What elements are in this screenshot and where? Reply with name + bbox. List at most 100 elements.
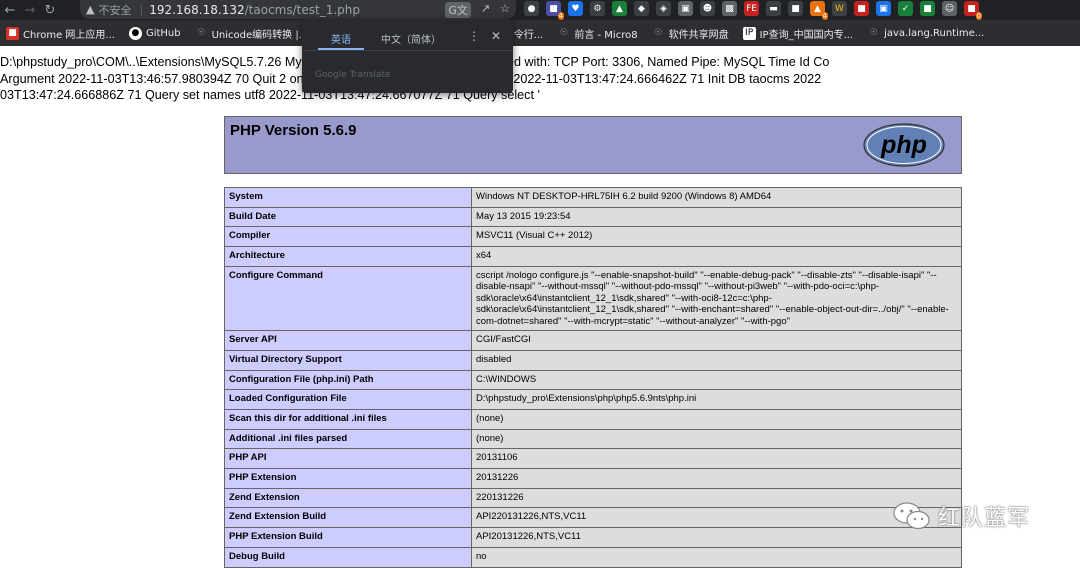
row-key: Configuration File (php.ini) Path <box>224 369 472 391</box>
extension-icon[interactable]: ▲ 4 <box>810 1 828 20</box>
tab-chinese[interactable]: 中文（简体） <box>381 31 441 46</box>
row-value: Windows NT DESKTOP-HRL75IH 6.2 build 920… <box>471 187 962 208</box>
row-value: (none) <box>471 428 962 450</box>
extension-icon[interactable]: ▣ <box>678 1 693 16</box>
bookmark-item[interactable]: ☉ 软件共享网盘 <box>652 26 729 41</box>
row-key: Configure Command <box>224 265 472 332</box>
row-key: Additional .ini files parsed <box>224 428 472 450</box>
row-value: API220131226,NTS,VC11 <box>471 507 962 529</box>
table-row: Zend Extension 220131226 <box>224 487 962 509</box>
bookmark-item[interactable]: ■ Chrome 网上应用... <box>6 26 115 41</box>
forward-arrow-icon[interactable]: → <box>20 0 40 20</box>
warning-icon[interactable]: ▲ <box>86 3 94 16</box>
table-row: Architecture x64 <box>224 246 962 267</box>
table-row: Configure Command cscript /nologo configu… <box>224 265 962 332</box>
bookmark-item[interactable]: ● GitHub <box>128 26 181 40</box>
translate-icon[interactable]: G文 <box>445 2 471 18</box>
extension-icon[interactable]: ■ 0 <box>964 1 982 20</box>
mysql-log-output: D:\phpstudy_pro\COM\..\Extensions\MySQL5… <box>0 54 1080 104</box>
extension-icon[interactable]: ☺ <box>942 1 957 16</box>
extension-icon[interactable]: FE <box>744 1 759 16</box>
row-value: no <box>471 546 962 568</box>
table-row: Virtual Directory Support disabled <box>224 349 962 371</box>
row-key: Zend Extension <box>224 487 472 509</box>
extension-icon[interactable]: ◈ <box>656 1 671 16</box>
table-row: Debug Build no <box>224 546 962 568</box>
globe-icon: ☉ <box>869 28 878 38</box>
row-key: Virtual Directory Support <box>224 349 472 371</box>
row-value: 20131226 <box>471 468 962 489</box>
chrome-store-icon: ■ <box>6 26 19 40</box>
extension-icon[interactable]: ■ 4 <box>546 1 564 20</box>
reload-icon[interactable]: ↻ <box>40 0 60 20</box>
wechat-icon <box>893 502 930 530</box>
table-row: Configuration File (php.ini) Path C:\WIND… <box>224 369 962 391</box>
extension-icon[interactable]: ▬ <box>766 1 781 16</box>
row-value: API20131226,NTS,VC11 <box>471 527 962 548</box>
log-line: Argument 2022-11-03T13:46:57.980394Z 70 … <box>0 71 822 86</box>
omnibox-actions: G文 ↗ ☆ <box>445 2 510 18</box>
row-key: Scan this dir for additional .ini files <box>224 409 472 430</box>
browser-toolbar: ← → ↻ ▲ 不安全 | 192.168.18.132 /taocms/tes… <box>0 0 1080 20</box>
url-path[interactable]: /taocms/test_1.php <box>245 3 360 17</box>
more-options-icon[interactable]: ⋮ <box>468 29 480 43</box>
globe-icon: ☉ <box>654 28 663 38</box>
bookmarks-bar: ■ Chrome 网上应用... ● GitHub ☉ Unicode编码转换 |..… <box>0 20 1080 46</box>
row-value: x64 <box>471 246 962 267</box>
table-row: PHP Extension 20131226 <box>224 468 962 489</box>
watermark-text: 红队蓝军 <box>938 506 1031 531</box>
extension-icon[interactable]: ● <box>524 1 539 16</box>
security-label[interactable]: 不安全 <box>98 2 131 18</box>
php-version-header: PHP Version 5.6.9 php <box>224 116 962 174</box>
extension-icon[interactable]: ◆ <box>634 1 649 16</box>
table-row: Additional .ini files parsed (none) <box>224 428 962 450</box>
table-row: Loaded Configuration File D:\phpstudy_pro… <box>224 389 962 410</box>
row-key: Loaded Configuration File <box>224 389 472 410</box>
row-value: D:\phpstudy_pro\Extensions\php\php5.6.9n… <box>471 389 962 410</box>
extension-icon[interactable]: ⚙ <box>590 1 605 16</box>
close-icon[interactable]: ✕ <box>491 29 501 43</box>
row-value: (none) <box>471 409 962 430</box>
extension-icon[interactable]: ■ <box>788 1 803 16</box>
row-key: Build Date <box>224 206 472 228</box>
extension-icon[interactable]: ■ <box>854 1 869 16</box>
address-bar[interactable]: ▲ 不安全 | 192.168.18.132 /taocms/test_1.ph… <box>80 0 516 19</box>
table-row: Scan this dir for additional .ini files(… <box>224 409 962 430</box>
page-title: PHP Version 5.6.9 <box>230 122 357 139</box>
row-key: Architecture <box>224 246 472 267</box>
extension-icon[interactable]: ▲ <box>612 1 627 16</box>
bookmark-item[interactable]: IP IP查询_中国国内专... <box>742 26 853 41</box>
php-logo-icon: php <box>863 123 945 167</box>
row-value: May 13 2015 19:23:54 <box>471 206 962 228</box>
bookmark-item[interactable]: ☉ Unicode编码转换 |... <box>195 26 308 41</box>
extension-icon[interactable]: W <box>832 1 847 16</box>
bookmark-star-icon[interactable]: ☆ <box>500 2 510 18</box>
row-value: 220131226 <box>471 487 962 509</box>
extension-icon[interactable]: ▩ <box>722 1 737 16</box>
row-key: Compiler <box>224 226 472 248</box>
table-row: Zend Extension Build API220131226,NTS,VC1… <box>224 507 962 529</box>
extension-icon[interactable]: ♥ <box>568 1 583 16</box>
row-value: C:\WINDOWS <box>471 369 962 391</box>
share-icon[interactable]: ↗ <box>481 2 490 18</box>
row-value: cscript /nologo configure.js "--enable-s… <box>471 265 962 332</box>
row-value: CGI/FastCGI <box>471 330 962 351</box>
extension-icon[interactable]: ☻ <box>700 1 715 16</box>
address-separator: | <box>139 3 144 16</box>
extension-icon[interactable]: ✓ <box>898 1 913 16</box>
bookmark-item[interactable]: ☉ 前言 - Micro8 <box>557 26 638 41</box>
table-row: Server API CGI/FastCGI <box>224 330 962 351</box>
translate-popup: 英语 中文（简体） ⋮ ✕ Google Translate <box>302 19 513 93</box>
bookmark-item[interactable]: ☉ java.lang.Runtime... <box>867 27 985 40</box>
globe-icon: ☉ <box>197 28 206 38</box>
tab-english[interactable]: 英语 <box>331 31 351 46</box>
back-arrow-icon[interactable]: ← <box>0 0 20 20</box>
row-key: Server API <box>224 330 472 351</box>
extension-icon[interactable]: ■ <box>920 1 935 16</box>
table-row: System Windows NT DESKTOP-HRL75IH 6.2 bui… <box>224 187 962 208</box>
extension-icon[interactable]: ▣ <box>876 1 891 16</box>
url-host[interactable]: 192.168.18.132 <box>149 3 244 17</box>
github-icon: ● <box>128 26 142 40</box>
row-key: PHP API <box>224 448 472 470</box>
row-key: PHP Extension Build <box>224 527 472 548</box>
